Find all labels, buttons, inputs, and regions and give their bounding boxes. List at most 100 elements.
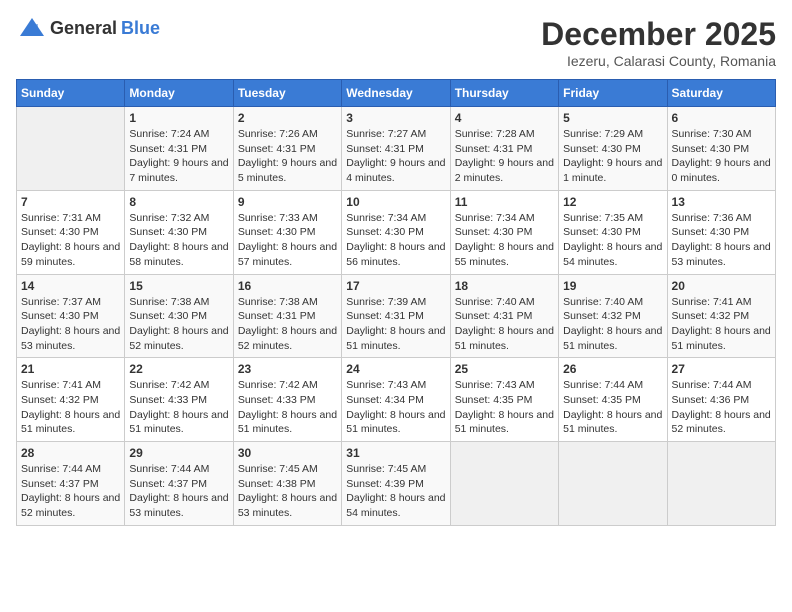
day-number: 5 xyxy=(563,111,662,125)
calendar-week-4: 21Sunrise: 7:41 AMSunset: 4:32 PMDayligh… xyxy=(17,358,776,442)
day-info: Sunrise: 7:44 AMSunset: 4:37 PMDaylight:… xyxy=(129,462,228,521)
day-number: 10 xyxy=(346,195,445,209)
logo-blue: Blue xyxy=(121,18,160,39)
day-info: Sunrise: 7:33 AMSunset: 4:30 PMDaylight:… xyxy=(238,211,337,270)
day-info: Sunrise: 7:34 AMSunset: 4:30 PMDaylight:… xyxy=(346,211,445,270)
day-info: Sunrise: 7:43 AMSunset: 4:35 PMDaylight:… xyxy=(455,378,554,437)
day-info: Sunrise: 7:35 AMSunset: 4:30 PMDaylight:… xyxy=(563,211,662,270)
day-number: 13 xyxy=(672,195,771,209)
day-info: Sunrise: 7:26 AMSunset: 4:31 PMDaylight:… xyxy=(238,127,337,186)
day-number: 31 xyxy=(346,446,445,460)
day-info: Sunrise: 7:30 AMSunset: 4:30 PMDaylight:… xyxy=(672,127,771,186)
day-info: Sunrise: 7:27 AMSunset: 4:31 PMDaylight:… xyxy=(346,127,445,186)
day-number: 19 xyxy=(563,279,662,293)
day-number: 8 xyxy=(129,195,228,209)
calendar-cell: 16 Sunrise: 7:38 AMSunset: 4:31 PMDayligh… xyxy=(233,274,341,358)
calendar-week-3: 14 Sunrise: 7:37 AMSunset: 4:30 PMDayligh… xyxy=(17,274,776,358)
calendar-cell: 26 Sunrise: 7:44 AMSunset: 4:35 PMDayligh… xyxy=(559,358,667,442)
calendar-cell xyxy=(17,107,125,191)
day-number: 12 xyxy=(563,195,662,209)
page-header: General Blue December 2025 Iezeru, Calar… xyxy=(16,16,776,69)
day-number: 1 xyxy=(129,111,228,125)
calendar-cell: 21Sunrise: 7:41 AMSunset: 4:32 PMDayligh… xyxy=(17,358,125,442)
day-info: Sunrise: 7:43 AMSunset: 4:34 PMDaylight:… xyxy=(346,378,445,437)
calendar-week-5: 28 Sunrise: 7:44 AMSunset: 4:37 PMDayligh… xyxy=(17,442,776,526)
day-number: 14 xyxy=(21,279,120,293)
logo-icon xyxy=(18,16,46,40)
calendar-table: SundayMondayTuesdayWednesdayThursdayFrid… xyxy=(16,79,776,526)
calendar-cell: 1 Sunrise: 7:24 AMSunset: 4:31 PMDaylight… xyxy=(125,107,233,191)
calendar-cell: 2 Sunrise: 7:26 AMSunset: 4:31 PMDaylight… xyxy=(233,107,341,191)
header-sunday: Sunday xyxy=(17,80,125,107)
logo: General Blue xyxy=(16,16,160,40)
day-number: 28 xyxy=(21,446,120,460)
calendar-cell: 7Sunrise: 7:31 AMSunset: 4:30 PMDaylight… xyxy=(17,190,125,274)
day-info: Sunrise: 7:41 AMSunset: 4:32 PMDaylight:… xyxy=(21,378,120,437)
day-number: 25 xyxy=(455,362,554,376)
day-info: Sunrise: 7:28 AMSunset: 4:31 PMDaylight:… xyxy=(455,127,554,186)
calendar-cell: 29 Sunrise: 7:44 AMSunset: 4:37 PMDayligh… xyxy=(125,442,233,526)
day-info: Sunrise: 7:42 AMSunset: 4:33 PMDaylight:… xyxy=(238,378,337,437)
day-info: Sunrise: 7:32 AMSunset: 4:30 PMDaylight:… xyxy=(129,211,228,270)
day-info: Sunrise: 7:45 AMSunset: 4:38 PMDaylight:… xyxy=(238,462,337,521)
day-number: 27 xyxy=(672,362,771,376)
calendar-cell: 20Sunrise: 7:41 AMSunset: 4:32 PMDayligh… xyxy=(667,274,775,358)
day-number: 18 xyxy=(455,279,554,293)
day-number: 2 xyxy=(238,111,337,125)
header-thursday: Thursday xyxy=(450,80,558,107)
calendar-cell: 13 Sunrise: 7:36 AMSunset: 4:30 PMDayligh… xyxy=(667,190,775,274)
calendar-cell: 6Sunrise: 7:30 AMSunset: 4:30 PMDaylight… xyxy=(667,107,775,191)
calendar-header-row: SundayMondayTuesdayWednesdayThursdayFrid… xyxy=(17,80,776,107)
header-saturday: Saturday xyxy=(667,80,775,107)
calendar-cell: 14 Sunrise: 7:37 AMSunset: 4:30 PMDayligh… xyxy=(17,274,125,358)
day-info: Sunrise: 7:38 AMSunset: 4:31 PMDaylight:… xyxy=(238,295,337,354)
calendar-cell: 30 Sunrise: 7:45 AMSunset: 4:38 PMDayligh… xyxy=(233,442,341,526)
day-info: Sunrise: 7:34 AMSunset: 4:30 PMDaylight:… xyxy=(455,211,554,270)
day-info: Sunrise: 7:37 AMSunset: 4:30 PMDaylight:… xyxy=(21,295,120,354)
day-info: Sunrise: 7:44 AMSunset: 4:35 PMDaylight:… xyxy=(563,378,662,437)
calendar-cell: 23 Sunrise: 7:42 AMSunset: 4:33 PMDayligh… xyxy=(233,358,341,442)
calendar-cell: 27 Sunrise: 7:44 AMSunset: 4:36 PMDayligh… xyxy=(667,358,775,442)
location-subtitle: Iezeru, Calarasi County, Romania xyxy=(541,53,776,69)
calendar-cell: 12 Sunrise: 7:35 AMSunset: 4:30 PMDayligh… xyxy=(559,190,667,274)
calendar-cell xyxy=(559,442,667,526)
header-monday: Monday xyxy=(125,80,233,107)
day-number: 17 xyxy=(346,279,445,293)
header-wednesday: Wednesday xyxy=(342,80,450,107)
calendar-cell: 19 Sunrise: 7:40 AMSunset: 4:32 PMDayligh… xyxy=(559,274,667,358)
day-info: Sunrise: 7:24 AMSunset: 4:31 PMDaylight:… xyxy=(129,127,228,186)
logo-general: General xyxy=(50,18,117,39)
day-info: Sunrise: 7:44 AMSunset: 4:36 PMDaylight:… xyxy=(672,378,771,437)
day-info: Sunrise: 7:36 AMSunset: 4:30 PMDaylight:… xyxy=(672,211,771,270)
day-info: Sunrise: 7:45 AMSunset: 4:39 PMDaylight:… xyxy=(346,462,445,521)
calendar-cell: 11 Sunrise: 7:34 AMSunset: 4:30 PMDayligh… xyxy=(450,190,558,274)
day-number: 26 xyxy=(563,362,662,376)
calendar-cell: 3Sunrise: 7:27 AMSunset: 4:31 PMDaylight… xyxy=(342,107,450,191)
day-number: 11 xyxy=(455,195,554,209)
day-number: 29 xyxy=(129,446,228,460)
calendar-week-1: 1 Sunrise: 7:24 AMSunset: 4:31 PMDaylight… xyxy=(17,107,776,191)
calendar-cell: 28 Sunrise: 7:44 AMSunset: 4:37 PMDayligh… xyxy=(17,442,125,526)
calendar-cell: 4Sunrise: 7:28 AMSunset: 4:31 PMDaylight… xyxy=(450,107,558,191)
day-number: 24 xyxy=(346,362,445,376)
day-info: Sunrise: 7:40 AMSunset: 4:31 PMDaylight:… xyxy=(455,295,554,354)
day-number: 16 xyxy=(238,279,337,293)
calendar-week-2: 7Sunrise: 7:31 AMSunset: 4:30 PMDaylight… xyxy=(17,190,776,274)
calendar-cell xyxy=(450,442,558,526)
day-number: 7 xyxy=(21,195,120,209)
month-title: December 2025 xyxy=(541,16,776,53)
day-info: Sunrise: 7:40 AMSunset: 4:32 PMDaylight:… xyxy=(563,295,662,354)
title-block: December 2025 Iezeru, Calarasi County, R… xyxy=(541,16,776,69)
day-number: 15 xyxy=(129,279,228,293)
calendar-cell: 8 Sunrise: 7:32 AMSunset: 4:30 PMDaylight… xyxy=(125,190,233,274)
header-tuesday: Tuesday xyxy=(233,80,341,107)
calendar-cell: 5 Sunrise: 7:29 AMSunset: 4:30 PMDaylight… xyxy=(559,107,667,191)
day-info: Sunrise: 7:44 AMSunset: 4:37 PMDaylight:… xyxy=(21,462,120,521)
day-info: Sunrise: 7:29 AMSunset: 4:30 PMDaylight:… xyxy=(563,127,662,186)
day-number: 23 xyxy=(238,362,337,376)
day-number: 20 xyxy=(672,279,771,293)
day-number: 30 xyxy=(238,446,337,460)
calendar-cell: 31 Sunrise: 7:45 AMSunset: 4:39 PMDayligh… xyxy=(342,442,450,526)
calendar-cell: 10 Sunrise: 7:34 AMSunset: 4:30 PMDayligh… xyxy=(342,190,450,274)
day-number: 9 xyxy=(238,195,337,209)
